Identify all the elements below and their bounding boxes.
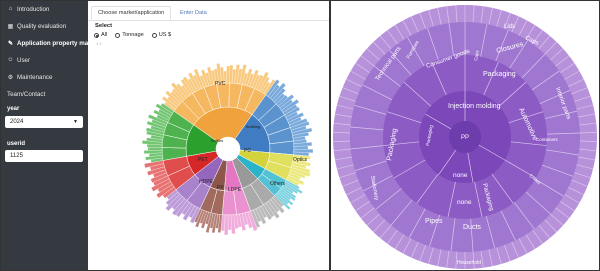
segment-1-outer[interactable]	[293, 145, 309, 150]
select-label: Select	[95, 23, 113, 29]
label-optics: Optics	[293, 157, 308, 163]
segment-0-outer[interactable]	[226, 65, 230, 84]
label-ldpe: LDPE	[228, 187, 242, 193]
label-none-2: none	[457, 199, 472, 206]
material-sunburst-chart[interactable]: PVC PC PET HDPE PP LDPE Others Optics Bo…	[88, 49, 329, 269]
label-building: Building	[246, 124, 260, 129]
sidebar-item-label: Quality evaluation	[17, 22, 67, 30]
year-select-value: 2024	[10, 119, 24, 125]
sidebar-item-label: Maintenance	[17, 73, 53, 81]
user-icon: ☺	[7, 57, 14, 63]
sidebar-item-label: User	[17, 56, 31, 64]
sidebar-item-user[interactable]: ☺ User	[7, 53, 30, 67]
radio-selected-icon	[94, 32, 99, 38]
select-radio-group: All Tonnage US $	[94, 32, 171, 38]
sidebar-item-label: Team/Contact	[7, 90, 46, 98]
sidebar-item-application-property-matrix[interactable]: ✎ Application property matrix	[7, 36, 98, 50]
sidebar-item-label: Introduction	[17, 5, 50, 13]
year-select[interactable]: 2024 ▼	[5, 116, 83, 128]
radio-tonnage-label: Tonnage	[122, 32, 144, 38]
sidebar-item-quality-evaluation[interactable]: ▦ Quality evaluation	[7, 19, 67, 33]
label-none-1: none	[453, 172, 468, 179]
table-icon: ▦	[7, 23, 14, 30]
userid-label: userid	[7, 141, 26, 147]
label-pet: PET	[198, 157, 208, 163]
app-frame: ⌂ Introduction ▦ Quality evaluation ✎ Ap…	[0, 0, 600, 271]
pp-sunburst-panel: PP Injection molding none none Packaging…	[331, 1, 599, 270]
pp-sunburst-chart[interactable]: PP Injection molding none none Packaging…	[331, 1, 599, 270]
sidebar-item-introduction[interactable]: ⌂ Introduction	[7, 2, 50, 16]
year-label: year	[7, 106, 20, 112]
sidebar-item-label: Application property matrix	[17, 39, 98, 47]
label-hdpe: HDPE	[199, 179, 214, 185]
label-pc: PC	[244, 148, 251, 154]
userid-input[interactable]: 1125	[5, 150, 83, 162]
label-packaging: Packaging	[483, 71, 516, 78]
tiny-marker: 1 1	[96, 41, 102, 46]
label-ducts: Ducts	[463, 224, 481, 231]
label-others: Others	[270, 181, 286, 187]
radio-empty-icon	[115, 32, 121, 38]
label-pipes: Pipes	[425, 218, 443, 225]
tab-bar: Choose market/application Enter Data	[88, 6, 329, 21]
segment-9-outer[interactable]	[147, 147, 163, 151]
sidebar-item-team-contact[interactable]: Team/Contact	[7, 87, 45, 101]
radio-usd-label: US $	[158, 32, 172, 38]
segment-5-outer[interactable]	[227, 214, 232, 231]
label-containers: Containers	[536, 137, 559, 142]
radio-usd[interactable]: US $	[151, 32, 172, 38]
radio-tonnage[interactable]: Tonnage	[115, 32, 144, 38]
label-pvc: PVC	[215, 81, 226, 87]
home-icon: ⌂	[8, 6, 13, 12]
tab-choose-market-application[interactable]: Choose market/application	[91, 6, 172, 20]
label-injection-molding: Injection molding	[448, 103, 501, 110]
sidebar-item-maintenance[interactable]: ⚙ Maintenance	[7, 70, 53, 84]
wrench-icon: ⚙	[7, 74, 14, 81]
label-household: Household	[457, 260, 481, 266]
radio-empty-icon	[151, 32, 157, 38]
label-bottles: Bottles	[211, 138, 223, 143]
caret-down-icon: ▼	[73, 119, 78, 125]
radio-all-label: All	[101, 32, 108, 38]
tab-enter-data[interactable]: Enter Data	[174, 6, 213, 20]
label-lids: Lids	[504, 24, 515, 30]
pencil-icon: ✎	[7, 40, 14, 47]
radio-all[interactable]: All	[94, 32, 107, 38]
label-pp: PP	[217, 185, 224, 191]
sidebar: ⌂ Introduction ▦ Quality evaluation ✎ Ap…	[1, 1, 98, 270]
sunburst-segments	[142, 63, 314, 236]
label-center: PP	[461, 135, 469, 141]
market-application-panel: Choose market/application Enter Data Sel…	[88, 1, 329, 270]
